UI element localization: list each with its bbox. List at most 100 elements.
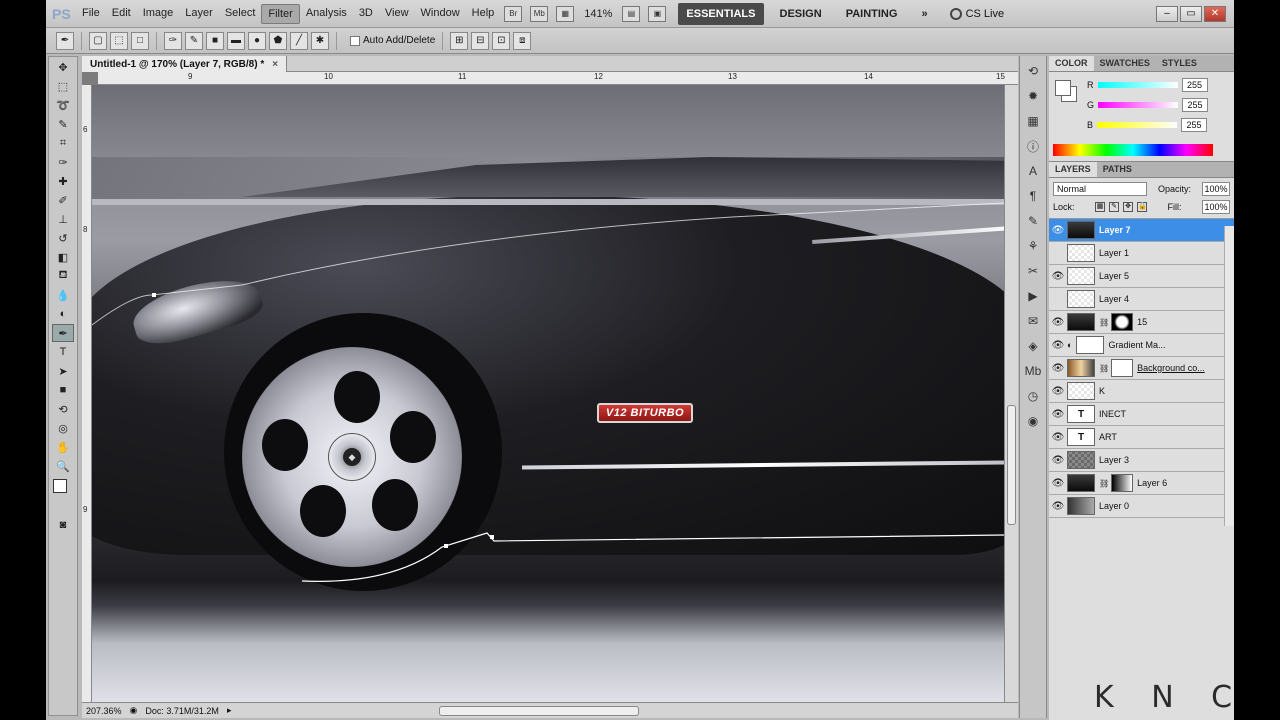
vertical-scrollbar[interactable] — [1004, 85, 1018, 702]
menu-analysis[interactable]: Analysis — [300, 4, 353, 24]
shape-tool-icon[interactable]: ■ — [52, 381, 74, 399]
scrollbar-thumb[interactable] — [1007, 405, 1016, 525]
eraser-tool-icon[interactable]: ◧ — [52, 248, 74, 266]
swatches-dock-icon[interactable]: ◉ — [1023, 411, 1043, 431]
link-chain-icon[interactable]: ⛓ — [1099, 364, 1109, 373]
more-workspaces-button[interactable]: » — [913, 3, 935, 25]
history-brush-tool-icon[interactable]: ↺ — [52, 229, 74, 247]
foreground-color-swatch[interactable] — [53, 479, 67, 493]
type-tool-icon[interactable]: T — [52, 343, 74, 361]
layer-mask-thumbnail[interactable] — [1111, 474, 1134, 492]
brush-tool-icon[interactable]: ✐ — [52, 191, 74, 209]
layer-thumbnail[interactable]: T — [1067, 405, 1095, 423]
layer-row[interactable]: 👁 Layer 7 — [1049, 219, 1234, 242]
visibility-eye-icon[interactable]: 👁 — [1049, 363, 1067, 374]
layer-thumbnail[interactable] — [1067, 382, 1095, 400]
polygon-icon[interactable]: ⬟ — [269, 31, 287, 50]
link-chain-icon[interactable]: ⛓ — [1099, 479, 1109, 488]
layer-thumbnail[interactable] — [1067, 290, 1095, 308]
blue-slider[interactable] — [1097, 122, 1178, 128]
checkbox-box[interactable] — [350, 35, 360, 46]
canvas[interactable]: V12 BITURBO ◆ — [92, 85, 1004, 705]
quick-select-tool-icon[interactable]: ✎ — [52, 115, 74, 133]
layer-row[interactable]: 👁 T ART — [1049, 426, 1234, 449]
zoom-tool-icon[interactable]: 🔍 — [52, 457, 74, 475]
layer-row[interactable]: 👁 Layer 3 — [1049, 449, 1234, 472]
layer-row[interactable]: Layer 1 — [1049, 242, 1234, 265]
layer-thumbnail[interactable] — [1067, 267, 1095, 285]
layer-thumbnail[interactable] — [1076, 336, 1105, 354]
menu-view[interactable]: View — [379, 4, 415, 24]
menu-image[interactable]: Image — [137, 4, 180, 24]
tab-paths[interactable]: PATHS — [1097, 162, 1138, 177]
custom-shape-icon[interactable]: ✱ — [311, 31, 329, 50]
adjustments-icon[interactable]: ✹ — [1023, 86, 1043, 106]
workspace-painting[interactable]: PAINTING — [838, 3, 906, 25]
lasso-tool-icon[interactable]: ➰ — [52, 96, 74, 114]
menu-filter[interactable]: Filter — [261, 3, 300, 24]
layer-thumbnail[interactable] — [1067, 313, 1095, 331]
quick-mask-icon[interactable]: ◙ — [52, 516, 74, 534]
auto-add-delete-checkbox[interactable]: Auto Add/Delete — [350, 35, 435, 46]
workspace-essentials[interactable]: ESSENTIALS — [678, 2, 764, 25]
layer-row[interactable]: 👁 ◐ Gradient Ma... — [1049, 334, 1234, 357]
layer-row[interactable]: 👁 Layer 5 — [1049, 265, 1234, 288]
actions-icon[interactable]: ▶ — [1023, 286, 1043, 306]
3d-orbit-tool-icon[interactable]: ◎ — [52, 419, 74, 437]
cs-live-button[interactable]: CS Live — [949, 7, 1004, 20]
visibility-eye-icon[interactable]: 👁 — [1049, 455, 1067, 466]
blue-value[interactable]: 255 — [1181, 118, 1208, 132]
minimize-button[interactable]: – — [1156, 5, 1178, 22]
bridge-icon[interactable]: Br — [504, 5, 523, 22]
rectangle-icon[interactable]: ■ — [206, 31, 224, 50]
maximize-button[interactable]: ▭ — [1180, 5, 1202, 22]
layer-row[interactable]: Layer 4 — [1049, 288, 1234, 311]
layer-thumbnail[interactable] — [1067, 359, 1095, 377]
menu-file[interactable]: File — [76, 4, 106, 24]
character-icon[interactable]: A — [1023, 161, 1043, 181]
layer-thumbnail[interactable] — [1067, 244, 1095, 262]
horizontal-scrollbar[interactable] — [439, 705, 640, 716]
visibility-eye-icon[interactable]: 👁 — [1049, 386, 1067, 397]
paragraph-icon[interactable]: ¶ — [1023, 186, 1043, 206]
layer-thumbnail[interactable] — [1067, 451, 1095, 469]
history-icon[interactable]: ⟲ — [1023, 61, 1043, 81]
brush-presets-icon[interactable]: ✎ — [1023, 211, 1043, 231]
intersect-path-icon[interactable]: ⊡ — [492, 31, 511, 50]
shape-layers-icon[interactable]: ▢ — [89, 31, 107, 50]
clone-source-icon[interactable]: ⚘ — [1023, 236, 1043, 256]
path-selection-tool-icon[interactable]: ➤ — [52, 362, 74, 380]
line-icon[interactable]: ╱ — [290, 31, 308, 50]
foreground-color-chip[interactable] — [1055, 80, 1071, 96]
fill-pixels-icon[interactable]: □ — [131, 31, 149, 50]
layer-row[interactable]: 👁 T INECT — [1049, 403, 1234, 426]
hand-tool-icon[interactable]: ✋ — [52, 438, 74, 456]
menu-window[interactable]: Window — [415, 4, 466, 24]
screen-mode-icon[interactable]: ▣ — [648, 5, 667, 22]
visibility-eye-icon[interactable]: 👁 — [1049, 478, 1067, 489]
green-value[interactable]: 255 — [1182, 98, 1209, 112]
color-spectrum[interactable] — [1053, 144, 1213, 156]
tool-presets-icon[interactable]: ✂ — [1023, 261, 1043, 281]
clone-stamp-tool-icon[interactable]: ⊥ — [52, 210, 74, 228]
paths-icon[interactable]: ⬚ — [110, 31, 128, 50]
pen-tool-icon[interactable]: ✒ — [52, 324, 74, 342]
tab-layers[interactable]: LAYERS — [1049, 162, 1097, 177]
visibility-eye-icon[interactable]: 👁 — [1049, 317, 1067, 328]
visibility-eye-icon[interactable]: 👁 — [1049, 225, 1067, 236]
lock-all-icon[interactable]: 🔒 — [1137, 202, 1147, 212]
layers-scrollbar[interactable] — [1224, 226, 1234, 526]
red-slider[interactable] — [1097, 82, 1178, 88]
layer-row[interactable]: 👁 ⛓ Background co... — [1049, 357, 1234, 380]
view-extras-icon[interactable]: ▦ — [556, 5, 575, 22]
blur-tool-icon[interactable]: 💧 — [52, 286, 74, 304]
visibility-eye-icon[interactable]: 👁 — [1049, 501, 1067, 512]
3d-rotate-tool-icon[interactable]: ⟲ — [52, 400, 74, 418]
eyedropper-tool-icon[interactable]: ✑ — [52, 153, 74, 171]
layer-row[interactable]: 👁 ⛓ 15 — [1049, 311, 1234, 334]
layer-mask-thumbnail[interactable] — [1111, 359, 1134, 377]
notes-icon[interactable]: ✉ — [1023, 311, 1043, 331]
status-menu-arrow-icon[interactable]: ▸ — [227, 705, 232, 716]
close-tab-icon[interactable]: × — [272, 59, 278, 70]
mini-bridge-icon[interactable]: Mb — [530, 5, 549, 22]
